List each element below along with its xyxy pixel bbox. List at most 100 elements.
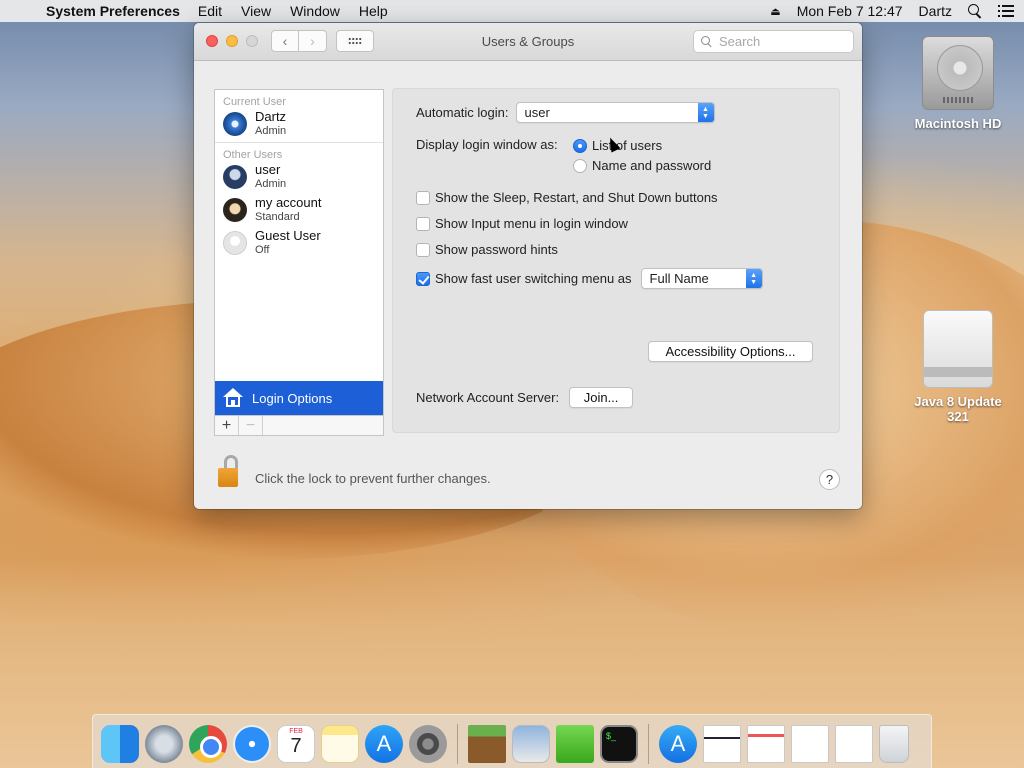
user-name: Guest User: [255, 227, 321, 243]
automatic-login-popup[interactable]: user ▲ ▼: [515, 102, 715, 123]
eject-icon[interactable]: ⏏: [770, 5, 780, 18]
user-row-user[interactable]: user Admin: [215, 160, 383, 193]
guest-user-icon: [223, 230, 247, 255]
menu-view[interactable]: View: [241, 3, 271, 19]
search-field[interactable]: Search: [693, 30, 854, 53]
menu-window[interactable]: Window: [290, 3, 340, 19]
join-button[interactable]: Join...: [569, 387, 634, 408]
display-login-label-row: Display login window as:: [416, 137, 558, 152]
users-groups-window: ‹ › Users & Groups Search Current User D…: [194, 23, 862, 509]
popup-arrows-icon: ▲ ▼: [697, 103, 714, 122]
avatar: [223, 197, 247, 222]
checkbox-fast-user-switching[interactable]: Show fast user switching menu as Full Na…: [416, 268, 763, 289]
house-icon: [223, 388, 243, 408]
desktop-icon-java-update[interactable]: Java 8 Update 321: [908, 310, 1008, 424]
checkbox-password-hints[interactable]: Show password hints: [416, 242, 558, 257]
clock[interactable]: Mon Feb 7 12:47: [797, 3, 903, 19]
external-drive-icon: [923, 310, 993, 388]
desktop-icon-label: Macintosh HD: [914, 116, 1002, 131]
launchpad-icon[interactable]: [145, 725, 183, 763]
trash-icon[interactable]: [879, 725, 909, 763]
checkbox-sleep-restart[interactable]: Show the Sleep, Restart, and Shut Down b…: [416, 190, 718, 205]
menu-edit[interactable]: Edit: [198, 3, 222, 19]
menu-help[interactable]: Help: [359, 3, 388, 19]
unlocked-padlock-icon[interactable]: [218, 455, 240, 489]
checkbox-label: Show fast user switching menu as: [435, 271, 632, 286]
terminal-icon[interactable]: $_: [600, 725, 638, 763]
finder-icon[interactable]: [101, 725, 139, 763]
radio-button[interactable]: [573, 158, 587, 173]
minecraft-icon[interactable]: [468, 725, 506, 763]
title-bar[interactable]: ‹ › Users & Groups Search: [194, 23, 862, 61]
hard-drive-icon: [922, 36, 994, 110]
desktop-icon-label: Java 8 Update 321: [914, 394, 1002, 424]
checkbox[interactable]: [416, 216, 430, 231]
document-icon[interactable]: [791, 725, 829, 763]
user-name: Dartz: [255, 108, 287, 124]
search-placeholder: Search: [719, 34, 761, 49]
popup-arrows-icon: ▲ ▼: [745, 269, 762, 288]
user-role: Off: [255, 243, 270, 256]
user-row-my-account[interactable]: my account Standard: [215, 193, 383, 226]
user-role: Standard: [255, 210, 300, 223]
fast-switch-value: Full Name: [649, 271, 709, 286]
automatic-login-row: Automatic login: user ▲ ▼: [416, 102, 715, 123]
display-login-window-label: Display login window as:: [416, 137, 558, 152]
user-role: Admin: [255, 124, 287, 137]
network-server-row: Network Account Server: Join...: [416, 387, 634, 408]
user-row-guest[interactable]: Guest User Off: [215, 226, 383, 259]
user-name: user: [255, 161, 281, 177]
current-user-header: Current User: [223, 96, 286, 108]
user-name: my account: [255, 194, 322, 210]
chrome-icon[interactable]: [189, 725, 227, 763]
preview-icon[interactable]: [512, 725, 550, 763]
add-user-button[interactable]: +: [215, 416, 239, 435]
user-menu[interactable]: Dartz: [919, 3, 952, 19]
calendar-icon[interactable]: FEB 7: [277, 725, 315, 763]
accessibility-options-button[interactable]: Accessibility Options...: [648, 341, 813, 362]
checkbox[interactable]: [416, 190, 430, 205]
applications-folder-icon[interactable]: A: [659, 725, 697, 763]
menu-bar: System Preferences Edit View Window Help…: [0, 0, 1024, 22]
app-menu[interactable]: System Preferences: [46, 3, 180, 19]
avatar: [223, 164, 247, 189]
notification-center-icon[interactable]: [998, 5, 1014, 17]
search-icon: [701, 35, 713, 48]
checkbox[interactable]: [416, 242, 430, 257]
checkbox[interactable]: [416, 271, 430, 286]
checkbox-input-menu[interactable]: Show Input menu in login window: [416, 216, 628, 231]
automatic-login-value: user: [524, 105, 550, 120]
network-server-label: Network Account Server:: [416, 390, 560, 405]
fast-switch-popup[interactable]: Full Name ▲ ▼: [640, 268, 763, 289]
user-role: Admin: [255, 177, 287, 190]
radio-label: List of users: [592, 138, 663, 153]
list-footer: + −: [215, 415, 383, 435]
remove-user-button[interactable]: −: [239, 416, 263, 435]
login-options-label: Login Options: [252, 390, 333, 406]
dock: FEB 7 A $_ A: [92, 714, 932, 768]
desktop-icon-macintosh-hd[interactable]: Macintosh HD: [910, 36, 1006, 131]
document-icon[interactable]: [747, 725, 785, 763]
lock-message: Click the lock to prevent further change…: [255, 471, 491, 486]
spotlight-search-icon[interactable]: [968, 4, 982, 18]
checkbox-label: Show the Sleep, Restart, and Shut Down b…: [435, 190, 718, 205]
app-store-icon[interactable]: A: [365, 725, 403, 763]
checkbox-label: Show password hints: [435, 242, 558, 257]
notes-icon[interactable]: [321, 725, 359, 763]
green-app-icon[interactable]: [556, 725, 594, 763]
system-preferences-icon[interactable]: [409, 725, 447, 763]
document-icon[interactable]: [703, 725, 741, 763]
user-row-dartz[interactable]: Dartz Admin: [215, 107, 383, 140]
document-icon[interactable]: [835, 725, 873, 763]
calendar-month: FEB: [289, 728, 303, 735]
help-button[interactable]: ?: [819, 469, 840, 490]
automatic-login-label: Automatic login:: [416, 105, 509, 120]
radio-button[interactable]: [573, 138, 587, 153]
login-options-item[interactable]: Login Options: [215, 381, 383, 415]
calendar-day: 7: [290, 735, 302, 757]
dock-separator: [648, 724, 649, 764]
radio-name-and-password[interactable]: Name and password: [573, 158, 711, 173]
user-list: Current User Dartz Admin Other Users use…: [214, 89, 384, 436]
checkbox-label: Show Input menu in login window: [435, 216, 628, 231]
safari-icon[interactable]: [233, 725, 271, 763]
